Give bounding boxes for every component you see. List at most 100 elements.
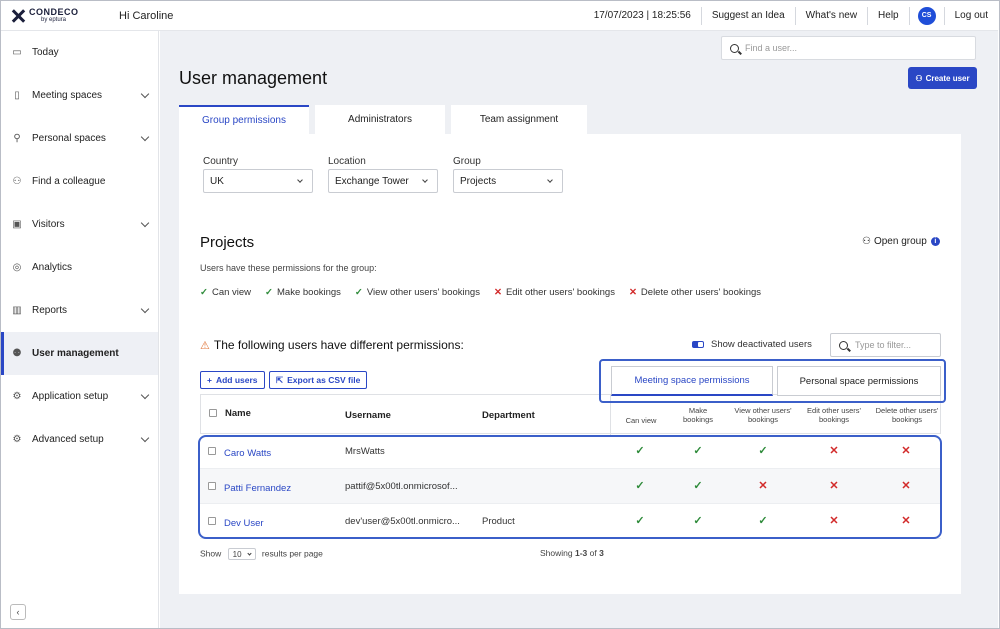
cross-icon: ✕ <box>901 515 911 527</box>
suggest-idea-link[interactable]: Suggest an Idea <box>700 6 795 25</box>
location-label: Location <box>328 156 366 167</box>
chevron-down-icon <box>140 218 150 228</box>
country-label: Country <box>203 156 239 167</box>
cross-icon: ✕ <box>829 480 839 492</box>
group-permissions-list: ✓ Can view ✓ Make bookings ✓ View other use… <box>200 287 775 298</box>
page-size-select[interactable]: 10 <box>227 548 256 560</box>
row-checkbox[interactable] <box>208 482 216 490</box>
sidebar-item-advanced-setup[interactable]: ⚙ Advanced setup <box>1 418 158 461</box>
user-name-link[interactable]: Caro Watts <box>224 448 271 459</box>
showing-total: 3 <box>599 548 604 558</box>
create-user-button[interactable]: ⚇ Create user <box>908 67 977 89</box>
meeting-space-permissions-tab[interactable]: Meeting space permissions <box>611 366 773 396</box>
location-value: Exchange Tower <box>335 175 409 187</box>
column-username[interactable]: Username <box>345 410 391 421</box>
column-department[interactable]: Department <box>482 410 535 421</box>
logout-link[interactable]: Log out <box>943 6 998 25</box>
permission-label: Can view <box>211 287 252 298</box>
row-checkbox[interactable] <box>208 517 216 525</box>
export-csv-button[interactable]: ⇱ Export as CSV file <box>269 371 368 389</box>
check-icon: ✓ <box>693 515 703 527</box>
personal-space-permissions-tab[interactable]: Personal space permissions <box>777 366 941 396</box>
open-group-link[interactable]: ⚇ Open group i <box>862 236 940 247</box>
group-title: Projects <box>200 234 255 251</box>
search-input[interactable] <box>745 43 945 53</box>
showing-range: 1-3 <box>574 548 588 558</box>
people-search-icon: ⚇ <box>12 176 22 187</box>
sidebar-item-label: Analytics <box>32 262 73 273</box>
country-select[interactable]: UK <box>203 169 313 193</box>
info-icon[interactable]: i <box>930 237 940 246</box>
show-label: Show <box>200 548 222 559</box>
sidebar-item-meeting-spaces[interactable]: ▯ Meeting spaces <box>1 74 158 117</box>
help-link[interactable]: Help <box>867 6 909 25</box>
desk-icon: ⚲ <box>13 133 21 144</box>
create-user-label: Create user <box>925 73 970 83</box>
permission-make-bookings: ✓ Make bookings <box>265 287 341 298</box>
tab-team-assignment[interactable]: Team assignment <box>451 105 587 134</box>
permission-can-view: ✓ Can view <box>200 287 251 298</box>
greeting: Hi Caroline <box>119 9 174 22</box>
location-select[interactable]: Exchange Tower <box>328 169 438 193</box>
cross-icon: ✕ <box>628 287 637 298</box>
user-name-link[interactable]: Patti Fernandez <box>224 483 291 494</box>
sidebar-item-personal-spaces[interactable]: ⚲ Personal spaces <box>1 117 158 160</box>
add-user-icon: ⚇ <box>915 73 923 83</box>
open-group-label: Open group <box>873 236 927 247</box>
cross-icon: ✕ <box>829 515 839 527</box>
toggle-switch[interactable] <box>692 341 704 348</box>
sidebar-item-label: Personal spaces <box>32 133 106 144</box>
username-cell: dev'user@5x00tl.onmicro... <box>345 516 460 527</box>
whats-new-link[interactable]: What's new <box>794 6 867 25</box>
select-all-checkbox[interactable] <box>209 409 217 417</box>
add-users-button[interactable]: + Add users <box>200 371 265 389</box>
chevron-down-icon <box>140 433 150 443</box>
table-row: Caro Watts MrsWatts ✓ ✓ ✓ ✕ ✕ <box>200 434 941 469</box>
permission-edit-others: ✕ Edit other users' bookings <box>494 287 615 298</box>
permission-label: Delete other users' bookings <box>640 287 762 298</box>
sidebar-item-user-management[interactable]: ⚉ User management <box>1 332 158 375</box>
gear-icon: ⚙ <box>12 391 22 402</box>
user-name-link[interactable]: Dev User <box>224 518 264 529</box>
chevron-down-icon <box>246 550 252 556</box>
top-bar: CONDECO by eptura Hi Caroline 17/07/2023… <box>1 1 998 31</box>
sidebar-item-label: Find a colleague <box>32 176 106 187</box>
condeco-logo[interactable]: CONDECO by eptura <box>11 7 111 24</box>
check-icon: ✓ <box>693 480 703 492</box>
group-select[interactable]: Projects <box>453 169 563 193</box>
sidebar-item-reports[interactable]: ▥ Reports <box>1 289 158 332</box>
row-checkbox[interactable] <box>208 447 216 455</box>
datetime: 17/07/2023 | 18:25:56 <box>593 10 691 21</box>
sidebar-item-visitors[interactable]: ▣ Visitors <box>1 203 158 246</box>
brand-sub: by eptura <box>41 16 67 23</box>
check-icon: ✓ <box>200 287 208 298</box>
sidebar-item-label: Meeting spaces <box>32 90 103 101</box>
table-filter[interactable] <box>830 333 941 357</box>
sidebar-item-application-setup[interactable]: ⚙ Application setup <box>1 375 158 418</box>
show-deactivated-toggle[interactable]: Show deactivated users <box>692 339 812 350</box>
cross-icon: ✕ <box>901 445 911 457</box>
column-name[interactable]: Name <box>225 408 251 419</box>
page-size-value: 10 <box>232 549 242 559</box>
sidebar-item-find-colleague[interactable]: ⚇ Find a colleague <box>1 160 158 203</box>
table-footer: Show 10 results per page Showing 1-3 of … <box>200 548 941 560</box>
avatar[interactable]: CS <box>917 6 936 25</box>
tab-bar: Group permissions Administrators Team as… <box>179 105 593 134</box>
search-icon <box>730 43 739 53</box>
condeco-logo-icon <box>11 9 25 23</box>
sidebar-item-analytics[interactable]: ◎ Analytics <box>1 246 158 289</box>
user-search[interactable] <box>721 36 976 60</box>
sidebar-item-label: User management <box>32 348 119 359</box>
tab-group-permissions[interactable]: Group permissions <box>179 105 309 134</box>
chevron-down-icon <box>547 177 553 183</box>
sidebar-item-today[interactable]: ▭ Today <box>1 31 158 74</box>
check-icon: ✓ <box>265 287 274 298</box>
username-cell: pattif@5x00tl.onmicrosof... <box>345 481 458 492</box>
analytics-icon: ◎ <box>12 262 22 273</box>
visitor-badge-icon: ▣ <box>12 219 22 230</box>
collapse-sidebar-button[interactable]: ‹ <box>10 604 26 620</box>
tab-administrators[interactable]: Administrators <box>315 105 445 134</box>
chevron-down-icon <box>297 177 303 183</box>
filter-input[interactable] <box>855 340 935 350</box>
cross-icon: ✕ <box>493 287 502 298</box>
